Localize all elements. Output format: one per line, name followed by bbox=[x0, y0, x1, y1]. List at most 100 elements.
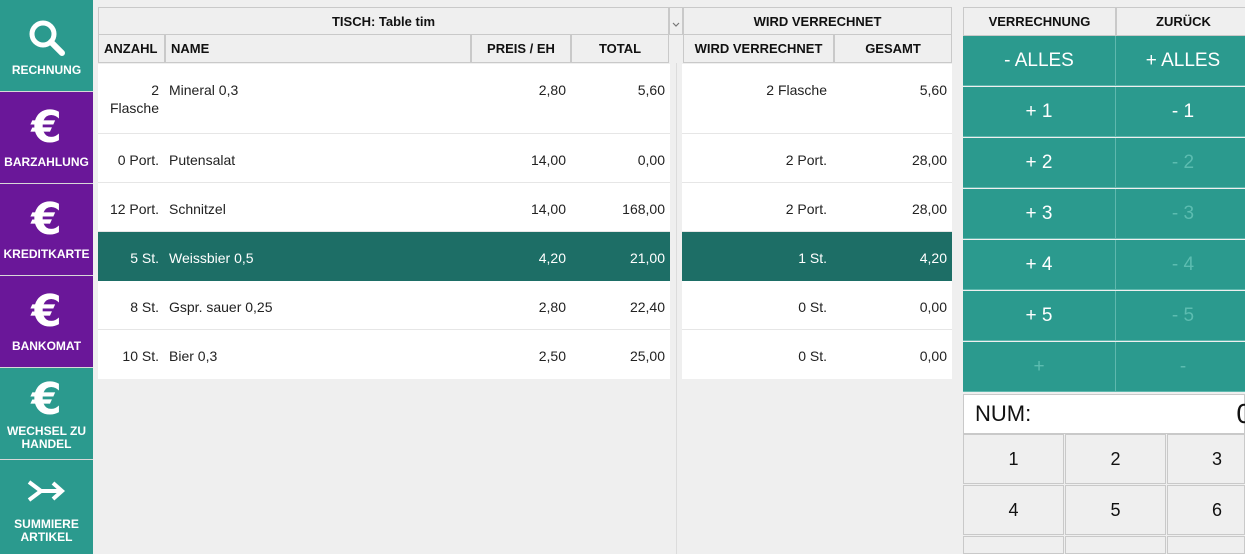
total-cell: 0,00 bbox=[637, 152, 665, 168]
qty-cell: 8 St. bbox=[130, 299, 159, 315]
num-value: 0 bbox=[1236, 398, 1245, 429]
numpad-key-1[interactable]: 1 bbox=[963, 434, 1064, 484]
euro-icon: € bbox=[31, 194, 62, 245]
sidebar-item-label: BARZAHLUNG bbox=[4, 155, 89, 169]
table-row[interactable]: 8 St. Gspr. sauer 0,25 2,80 22,40 bbox=[98, 281, 670, 330]
minus-2-button[interactable]: - 2 bbox=[1116, 138, 1245, 188]
total-cell: 21,00 bbox=[629, 250, 665, 266]
sidebar: RECHNUNG € BARZAHLUNG € KREDITKARTE € BA… bbox=[0, 0, 93, 554]
plus-4-button[interactable]: + 4 bbox=[963, 240, 1116, 290]
sidebar-item-label: WECHSEL ZU HANDEL bbox=[6, 424, 87, 451]
plus-3-button[interactable]: + 3 bbox=[963, 189, 1116, 239]
sidebar-item-label: SUMMIERE ARTIKEL bbox=[14, 517, 79, 544]
name-cell: Weissbier 0,5 bbox=[169, 250, 254, 266]
plus-2-button[interactable]: + 2 bbox=[963, 138, 1116, 188]
sidebar-item-bankomat[interactable]: € BANKOMAT bbox=[0, 276, 93, 367]
sum-cell: 0,00 bbox=[919, 348, 947, 364]
sidebar-item-label: BANKOMAT bbox=[11, 339, 82, 353]
column-header-anzahl[interactable]: ANZAHL bbox=[98, 35, 165, 63]
price-cell: 2,80 bbox=[538, 82, 566, 98]
table-row-selected[interactable]: 5 St. Weissbier 0,5 4,20 21,00 bbox=[98, 232, 670, 281]
divider bbox=[676, 63, 677, 554]
column-header-name[interactable]: NAME bbox=[165, 35, 471, 63]
sum-cell: 28,00 bbox=[911, 201, 947, 217]
column-header-gesamt[interactable]: GESAMT bbox=[834, 35, 952, 63]
price-cell: 14,00 bbox=[530, 201, 566, 217]
qty-cell: 12 Port. bbox=[109, 201, 159, 217]
chevron-down-icon bbox=[672, 22, 680, 27]
qty-cell: 5 St. bbox=[130, 250, 159, 266]
total-cell: 25,00 bbox=[629, 348, 665, 364]
qty-cell: 2 Flasche bbox=[109, 82, 159, 116]
billing-row[interactable]: 2 Flasche 5,60 bbox=[682, 64, 952, 134]
plus-5-button[interactable]: + 5 bbox=[963, 291, 1116, 341]
billing-row-selected[interactable]: 1 St. 4,20 bbox=[682, 232, 952, 281]
name-cell: Gspr. sauer 0,25 bbox=[169, 299, 273, 315]
sidebar-item-wechsel-zu-handel[interactable]: € WECHSEL ZU HANDEL bbox=[0, 368, 93, 459]
euro-icon: € bbox=[31, 374, 62, 425]
numpad-key-3[interactable]: 3 bbox=[1167, 434, 1245, 484]
minus-3-button[interactable]: - 3 bbox=[1116, 189, 1245, 239]
sidebar-item-label: RECHNUNG bbox=[11, 63, 82, 77]
column-header-total[interactable]: TOTAL bbox=[571, 35, 669, 63]
minus-4-button[interactable]: - 4 bbox=[1116, 240, 1245, 290]
billing-table-title: WIRD VERRECHNET bbox=[683, 7, 952, 35]
sum-cell: 28,00 bbox=[911, 152, 947, 168]
verrechnung-header: VERRECHNUNG bbox=[963, 7, 1116, 36]
billed-cell: 1 St. bbox=[798, 250, 827, 266]
sum-cell: 5,60 bbox=[919, 82, 947, 98]
table-row[interactable]: 12 Port. Schnitzel 14,00 168,00 bbox=[98, 183, 670, 232]
price-cell: 14,00 bbox=[530, 152, 566, 168]
zurueck-header: ZURÜCK bbox=[1116, 7, 1245, 36]
euro-icon: € bbox=[31, 286, 62, 337]
price-cell: 4,20 bbox=[538, 250, 566, 266]
sidebar-item-barzahlung[interactable]: € BARZAHLUNG bbox=[0, 92, 93, 183]
minus-5-button[interactable]: - 5 bbox=[1116, 291, 1245, 341]
name-cell: Schnitzel bbox=[169, 201, 226, 217]
column-toggle[interactable] bbox=[669, 7, 683, 35]
numpad-key[interactable] bbox=[1065, 536, 1166, 554]
plus-button[interactable]: + bbox=[963, 342, 1116, 392]
plus-all-button[interactable]: + ALLES bbox=[1116, 36, 1245, 86]
numpad-key-5[interactable]: 5 bbox=[1065, 485, 1166, 535]
price-cell: 2,80 bbox=[538, 299, 566, 315]
table-row[interactable]: 10 St. Bier 0,3 2,50 25,00 bbox=[98, 330, 670, 379]
sidebar-item-summiere-artikel[interactable]: SUMMIERE ARTIKEL bbox=[0, 460, 93, 554]
euro-icon: € bbox=[31, 102, 62, 153]
sidebar-item-kreditkarte[interactable]: € KREDITKARTE bbox=[0, 184, 93, 275]
minus-1-button[interactable]: - 1 bbox=[1116, 87, 1245, 137]
name-cell: Bier 0,3 bbox=[169, 348, 218, 364]
numpad-key-6[interactable]: 6 bbox=[1167, 485, 1245, 535]
plus-1-button[interactable]: + 1 bbox=[963, 87, 1116, 137]
total-cell: 22,40 bbox=[629, 299, 665, 315]
name-cell: Mineral 0,3 bbox=[169, 82, 239, 98]
billing-row[interactable]: 2 Port. 28,00 bbox=[682, 134, 952, 183]
numpad-key[interactable] bbox=[1167, 536, 1245, 554]
name-cell: Putensalat bbox=[169, 152, 236, 168]
column-header-preis[interactable]: PREIS / EH bbox=[471, 35, 571, 63]
billing-row[interactable]: 2 Port. 28,00 bbox=[682, 183, 952, 232]
sum-cell: 4,20 bbox=[919, 250, 947, 266]
minus-all-button[interactable]: - ALLES bbox=[963, 36, 1116, 86]
numpad-key-4[interactable]: 4 bbox=[963, 485, 1064, 535]
billed-cell: 0 St. bbox=[798, 299, 827, 315]
numpad-key[interactable] bbox=[963, 536, 1064, 554]
qty-cell: 0 Port. bbox=[117, 152, 159, 168]
sidebar-item-label: KREDITKARTE bbox=[3, 247, 90, 261]
sum-cell: 0,00 bbox=[919, 299, 947, 315]
billing-row[interactable]: 0 St. 0,00 bbox=[682, 330, 952, 379]
table-row[interactable]: 2 Flasche Mineral 0,3 2,80 5,60 bbox=[98, 64, 670, 134]
total-cell: 5,60 bbox=[637, 82, 665, 98]
table-row[interactable]: 0 Port. Putensalat 14,00 0,00 bbox=[98, 134, 670, 183]
merge-arrow-icon bbox=[0, 478, 93, 504]
numpad-key-2[interactable]: 2 bbox=[1065, 434, 1166, 484]
num-display: NUM: 0 bbox=[963, 394, 1245, 434]
minus-button[interactable]: - bbox=[1116, 342, 1245, 392]
qty-cell: 10 St. bbox=[122, 348, 159, 364]
sidebar-item-rechnung[interactable]: RECHNUNG bbox=[0, 0, 93, 91]
column-header-wird-verrechnet[interactable]: WIRD VERRECHNET bbox=[683, 35, 834, 63]
price-cell: 2,50 bbox=[538, 348, 566, 364]
billing-row[interactable]: 0 St. 0,00 bbox=[682, 281, 952, 330]
billed-cell: 2 Flasche bbox=[766, 82, 827, 98]
order-table-title: TISCH: Table tim bbox=[98, 7, 669, 35]
